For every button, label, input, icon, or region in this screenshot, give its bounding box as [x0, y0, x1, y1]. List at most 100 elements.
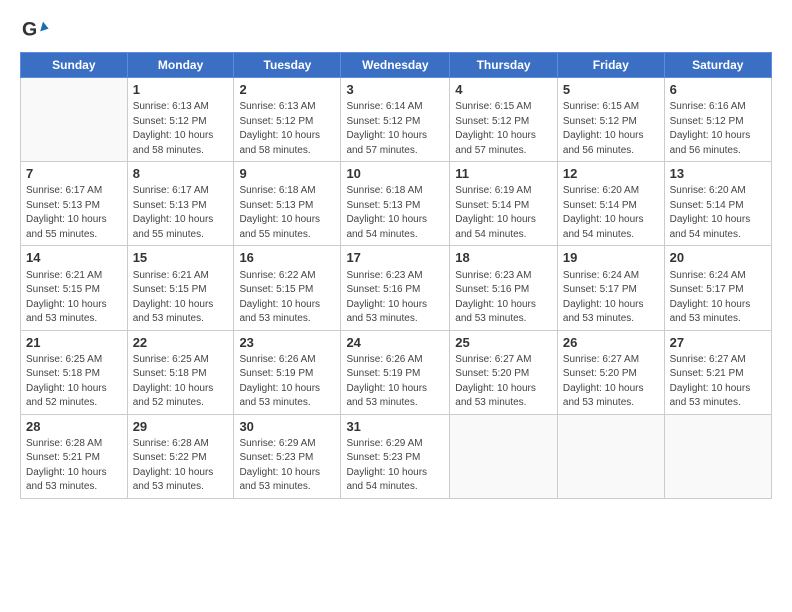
day-info: Sunrise: 6:25 AMSunset: 5:18 PMDaylight:…	[26, 353, 122, 411]
calendar-table: SundayMondayTuesdayWednesdayThursdayFrid…	[20, 52, 772, 499]
day-number: 25	[455, 334, 552, 352]
weekday-header: Thursday	[450, 53, 558, 78]
calendar-cell: 22Sunrise: 6:25 AMSunset: 5:18 PMDayligh…	[127, 330, 234, 414]
day-number: 22	[133, 334, 229, 352]
day-number: 19	[563, 249, 659, 267]
day-info: Sunrise: 6:28 AMSunset: 5:22 PMDaylight:…	[133, 437, 229, 495]
day-info: Sunrise: 6:23 AMSunset: 5:16 PMDaylight:…	[346, 269, 444, 327]
logo-icon: G	[22, 16, 50, 44]
day-number: 8	[133, 165, 229, 183]
calendar-cell: 8Sunrise: 6:17 AMSunset: 5:13 PMDaylight…	[127, 162, 234, 246]
day-number: 4	[455, 81, 552, 99]
day-number: 31	[346, 418, 444, 436]
day-number: 20	[670, 249, 766, 267]
day-number: 21	[26, 334, 122, 352]
calendar-cell: 3Sunrise: 6:14 AMSunset: 5:12 PMDaylight…	[341, 78, 450, 162]
calendar-cell: 16 Sunrise: 6:22 AMSunset: 5:15 PMDayligh…	[234, 246, 341, 330]
calendar-cell: 4Sunrise: 6:15 AMSunset: 5:12 PMDaylight…	[450, 78, 558, 162]
logo: G	[20, 16, 52, 44]
day-number: 9	[239, 165, 335, 183]
day-number: 14	[26, 249, 122, 267]
day-number: 24	[346, 334, 444, 352]
calendar-cell: 25Sunrise: 6:27 AMSunset: 5:20 PMDayligh…	[450, 330, 558, 414]
day-number: 6	[670, 81, 766, 99]
calendar-cell: 21Sunrise: 6:25 AMSunset: 5:18 PMDayligh…	[21, 330, 128, 414]
day-number: 5	[563, 81, 659, 99]
day-info: Sunrise: 6:15 AMSunset: 5:12 PMDaylight:…	[455, 100, 552, 158]
day-info: Sunrise: 6:23 AMSunset: 5:16 PMDaylight:…	[455, 269, 552, 327]
day-info: Sunrise: 6:27 AMSunset: 5:20 PMDaylight:…	[563, 353, 659, 411]
calendar-cell: 5Sunrise: 6:15 AMSunset: 5:12 PMDaylight…	[557, 78, 664, 162]
day-info: Sunrise: 6:18 AMSunset: 5:13 PMDaylight:…	[346, 184, 444, 242]
day-number: 7	[26, 165, 122, 183]
day-info: Sunrise: 6:20 AMSunset: 5:14 PMDaylight:…	[563, 184, 659, 242]
weekday-header: Monday	[127, 53, 234, 78]
calendar-cell: 27Sunrise: 6:27 AMSunset: 5:21 PMDayligh…	[664, 330, 771, 414]
calendar-cell: 23Sunrise: 6:26 AMSunset: 5:19 PMDayligh…	[234, 330, 341, 414]
day-number: 18	[455, 249, 552, 267]
day-number: 26	[563, 334, 659, 352]
calendar-cell: 30Sunrise: 6:29 AMSunset: 5:23 PMDayligh…	[234, 414, 341, 498]
day-info: Sunrise: 6:25 AMSunset: 5:18 PMDaylight:…	[133, 353, 229, 411]
weekday-header: Tuesday	[234, 53, 341, 78]
day-info: Sunrise: 6:20 AMSunset: 5:14 PMDaylight:…	[670, 184, 766, 242]
day-number: 23	[239, 334, 335, 352]
day-number: 28	[26, 418, 122, 436]
calendar-cell: 20 Sunrise: 6:24 AMSunset: 5:17 PMDayligh…	[664, 246, 771, 330]
day-number: 17	[346, 249, 444, 267]
calendar-cell: 26Sunrise: 6:27 AMSunset: 5:20 PMDayligh…	[557, 330, 664, 414]
day-info: Sunrise: 6:21 AMSunset: 5:15 PMDaylight:…	[133, 269, 229, 327]
day-info: Sunrise: 6:17 AMSunset: 5:13 PMDaylight:…	[26, 184, 122, 242]
calendar-cell: 1Sunrise: 6:13 AMSunset: 5:12 PMDaylight…	[127, 78, 234, 162]
day-info: Sunrise: 6:18 AMSunset: 5:13 PMDaylight:…	[239, 184, 335, 242]
day-number: 2	[239, 81, 335, 99]
calendar-cell: 11Sunrise: 6:19 AMSunset: 5:14 PMDayligh…	[450, 162, 558, 246]
header: G	[20, 16, 772, 44]
day-info: Sunrise: 6:21 AMSunset: 5:15 PMDaylight:…	[26, 269, 122, 327]
day-number: 3	[346, 81, 444, 99]
day-number: 15	[133, 249, 229, 267]
day-number: 11	[455, 165, 552, 183]
calendar-cell: 15 Sunrise: 6:21 AMSunset: 5:15 PMDayligh…	[127, 246, 234, 330]
day-number: 16	[239, 249, 335, 267]
calendar-cell: 13Sunrise: 6:20 AMSunset: 5:14 PMDayligh…	[664, 162, 771, 246]
day-number: 30	[239, 418, 335, 436]
calendar-cell: 9Sunrise: 6:18 AMSunset: 5:13 PMDaylight…	[234, 162, 341, 246]
weekday-header: Saturday	[664, 53, 771, 78]
day-info: Sunrise: 6:24 AMSunset: 5:17 PMDaylight:…	[670, 269, 766, 327]
calendar-cell: 7Sunrise: 6:17 AMSunset: 5:13 PMDaylight…	[21, 162, 128, 246]
day-info: Sunrise: 6:28 AMSunset: 5:21 PMDaylight:…	[26, 437, 122, 495]
calendar-cell: 18 Sunrise: 6:23 AMSunset: 5:16 PMDayligh…	[450, 246, 558, 330]
calendar-cell: 17 Sunrise: 6:23 AMSunset: 5:16 PMDayligh…	[341, 246, 450, 330]
page: G SundayMondayTuesdayWednesdayThursdayFr…	[0, 0, 792, 509]
calendar-cell: 24Sunrise: 6:26 AMSunset: 5:19 PMDayligh…	[341, 330, 450, 414]
weekday-header: Sunday	[21, 53, 128, 78]
calendar-cell	[21, 78, 128, 162]
day-number: 1	[133, 81, 229, 99]
day-info: Sunrise: 6:13 AMSunset: 5:12 PMDaylight:…	[133, 100, 229, 158]
calendar-cell	[557, 414, 664, 498]
day-info: Sunrise: 6:27 AMSunset: 5:21 PMDaylight:…	[670, 353, 766, 411]
svg-text:G: G	[22, 19, 37, 41]
day-number: 29	[133, 418, 229, 436]
day-info: Sunrise: 6:16 AMSunset: 5:12 PMDaylight:…	[670, 100, 766, 158]
calendar-cell: 6Sunrise: 6:16 AMSunset: 5:12 PMDaylight…	[664, 78, 771, 162]
calendar-cell: 10Sunrise: 6:18 AMSunset: 5:13 PMDayligh…	[341, 162, 450, 246]
day-info: Sunrise: 6:24 AMSunset: 5:17 PMDaylight:…	[563, 269, 659, 327]
day-info: Sunrise: 6:22 AMSunset: 5:15 PMDaylight:…	[239, 269, 335, 327]
calendar-cell: 2Sunrise: 6:13 AMSunset: 5:12 PMDaylight…	[234, 78, 341, 162]
day-info: Sunrise: 6:29 AMSunset: 5:23 PMDaylight:…	[346, 437, 444, 495]
day-info: Sunrise: 6:14 AMSunset: 5:12 PMDaylight:…	[346, 100, 444, 158]
day-info: Sunrise: 6:27 AMSunset: 5:20 PMDaylight:…	[455, 353, 552, 411]
calendar-cell: 29Sunrise: 6:28 AMSunset: 5:22 PMDayligh…	[127, 414, 234, 498]
day-number: 13	[670, 165, 766, 183]
day-info: Sunrise: 6:13 AMSunset: 5:12 PMDaylight:…	[239, 100, 335, 158]
day-number: 12	[563, 165, 659, 183]
calendar-cell: 12Sunrise: 6:20 AMSunset: 5:14 PMDayligh…	[557, 162, 664, 246]
calendar-cell	[664, 414, 771, 498]
weekday-header: Wednesday	[341, 53, 450, 78]
weekday-header: Friday	[557, 53, 664, 78]
day-info: Sunrise: 6:15 AMSunset: 5:12 PMDaylight:…	[563, 100, 659, 158]
day-info: Sunrise: 6:26 AMSunset: 5:19 PMDaylight:…	[239, 353, 335, 411]
calendar-cell: 19 Sunrise: 6:24 AMSunset: 5:17 PMDayligh…	[557, 246, 664, 330]
